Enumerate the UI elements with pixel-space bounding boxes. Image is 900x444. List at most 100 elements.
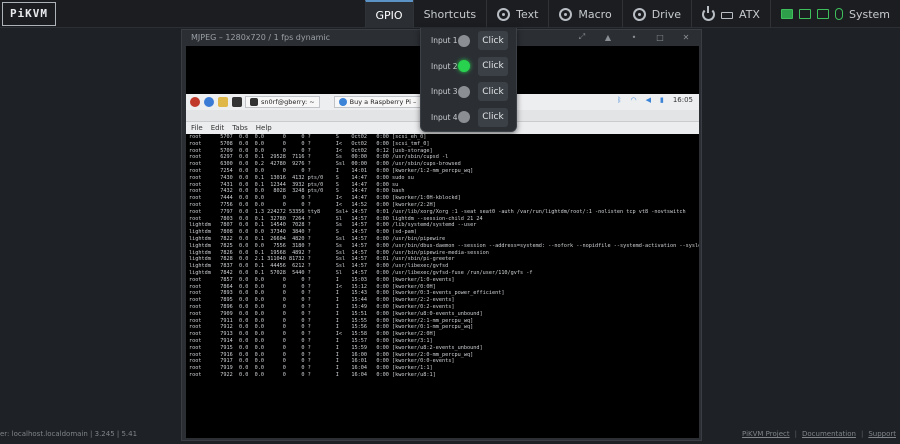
microphone-icon[interactable]: ▮ xyxy=(660,96,664,104)
gpio-dropdown: Input 1 Click Input 2 Click Input 3 Click I… xyxy=(420,28,517,132)
terminal-line: root 7893 0.0 0.0 0 0 ? I 15:43 0:00 [kw… xyxy=(189,290,505,297)
terminal-line: lightdm 7842 0.0 0.1 57028 5440 ? Sl 14:… xyxy=(189,269,533,276)
terminal-line: root 7254 0.0 0.0 0 0 ? I 14:01 0:00 [kw… xyxy=(189,167,474,174)
link-documentation[interactable]: Documentation xyxy=(802,430,856,438)
terminal-line: root 7912 0.0 0.0 0 0 ? I 15:56 0:00 [kw… xyxy=(189,324,474,331)
terminal-line: root 7913 0.0 0.0 0 0 ? I< 15:58 0:00 [k… xyxy=(189,331,436,338)
wifi-icon[interactable]: ◠ xyxy=(630,96,636,104)
gpio-row-input-4: Input 4 Click xyxy=(421,105,516,131)
nav-atx[interactable]: ATX xyxy=(691,0,770,28)
link-pikvm-project[interactable]: PiKVM Project xyxy=(742,430,790,438)
terminal-line: root 7803 0.0 0.1 32780 7264 ? Sl 14:57 … xyxy=(189,215,483,222)
maximize-icon[interactable]: □ xyxy=(647,31,673,43)
input-2-click-button[interactable]: Click xyxy=(478,56,508,76)
terminal-line: lightdm 7837 0.0 0.1 44456 6212 ? Ssl 14… xyxy=(189,263,449,270)
input-4-click-button[interactable]: Click xyxy=(478,107,508,127)
top-navbar: PiKVM GPIO Shortcuts Text Macro Drive AT… xyxy=(0,0,900,28)
led-indicator xyxy=(458,111,470,124)
hdd-icon xyxy=(721,12,734,19)
menu-tabs[interactable]: Tabs xyxy=(232,124,248,132)
menu-edit[interactable]: Edit xyxy=(211,124,225,132)
terminal-icon xyxy=(250,98,258,106)
network-icon xyxy=(780,9,793,19)
nav-atx-label: ATX xyxy=(739,7,760,21)
terminal-line: root 7756 0.0 0.0 0 0 ? I< 14:52 0:00 [k… xyxy=(189,201,436,208)
gpio-row-input-1: Input 1 Click xyxy=(421,28,516,54)
terminal-icon[interactable] xyxy=(232,97,242,107)
raspberry-icon[interactable] xyxy=(190,97,200,107)
led-indicator xyxy=(458,34,470,47)
terminal-line: root 5707 0.0 0.0 0 0 ? S Oct02 0:00 [sc… xyxy=(189,134,427,140)
nav-system[interactable]: System xyxy=(769,0,900,28)
expand-icon[interactable]: ⤢ xyxy=(569,31,595,43)
menu-file[interactable]: File xyxy=(191,124,203,132)
bluetooth-icon[interactable]: ᛒ xyxy=(617,96,621,104)
nav-gpio[interactable]: GPIO xyxy=(364,0,413,28)
footer-separator: | xyxy=(794,430,797,438)
terminal-line: root 7909 0.0 0.0 0 0 ? I 15:51 0:00 [kw… xyxy=(189,310,483,317)
task-browser[interactable]: Buy a Raspberry Pi – xyxy=(333,96,422,108)
nav-drive[interactable]: Drive xyxy=(621,0,691,28)
terminal-line: root 7922 0.0 0.0 0 0 ? I 16:04 0:00 [kw… xyxy=(189,371,436,378)
gpio-label: Input 2 xyxy=(431,61,458,71)
gear-icon xyxy=(559,7,573,21)
terminal-line: root 7864 0.0 0.0 0 0 ? I< 15:12 0:00 [k… xyxy=(189,283,436,290)
close-icon[interactable]: ✕ xyxy=(673,31,699,43)
gpio-row-input-2: Input 2 Click xyxy=(421,54,516,80)
nav-shortcuts-label: Shortcuts xyxy=(423,7,477,21)
terminal-line: root 7896 0.0 0.0 0 0 ? I 15:49 0:00 [kw… xyxy=(189,303,455,310)
volume-icon[interactable]: ◀ xyxy=(646,96,651,104)
input-3-click-button[interactable]: Click xyxy=(478,82,508,102)
keyboard-icon xyxy=(816,9,829,19)
terminal-line: root 7432 0.0 0.0 8028 3248 pts/0 S 14:4… xyxy=(189,188,405,195)
gpio-label: Input 4 xyxy=(431,112,458,122)
terminal-line: root 6300 0.0 0.2 42780 9276 ? Ssl 00:00… xyxy=(189,161,461,168)
mouse-icon xyxy=(834,8,843,20)
pikvm-logo[interactable]: PiKVM xyxy=(2,1,56,26)
terminal-line: root 7914 0.0 0.0 0 0 ? I 15:57 0:00 [kw… xyxy=(189,337,433,344)
gpio-label: Input 1 xyxy=(431,36,458,46)
terminal-line: root 7917 0.0 0.0 0 0 ? I 16:01 0:00 [kw… xyxy=(189,358,455,365)
nav-macro-label: Macro xyxy=(578,7,612,21)
terminal-line: lightdm 7826 0.0 0.1 19568 4892 ? Ssl 14… xyxy=(189,249,489,256)
nav-gpio-label: GPIO xyxy=(375,8,403,22)
terminal-output[interactable]: root 5707 0.0 0.0 0 0 ? S Oct02 0:00 [sc… xyxy=(186,134,699,379)
nav-text[interactable]: Text xyxy=(486,0,548,28)
dot-icon[interactable]: • xyxy=(621,31,647,43)
nav-menu: GPIO Shortcuts Text Macro Drive ATX Syst… xyxy=(364,0,900,28)
task-terminal[interactable]: sn0rf@gberry: ~ xyxy=(245,96,320,108)
terminal-line: root 7431 0.0 0.1 12344 3932 pts/0 S 14:… xyxy=(189,181,399,188)
terminal-line: root 7911 0.0 0.0 0 0 ? I 15:55 0:00 [kw… xyxy=(189,317,474,324)
nav-macro[interactable]: Macro xyxy=(548,0,621,28)
footer: er: localhost.localdomain | 3.245 | 5.41… xyxy=(0,428,900,442)
link-support[interactable]: Support xyxy=(868,430,896,438)
terminal-line: root 7915 0.0 0.0 0 0 ? I 15:59 0:00 [kw… xyxy=(189,344,483,351)
led-indicator xyxy=(458,60,470,73)
footer-separator: | xyxy=(860,430,864,438)
monitor-icon xyxy=(798,9,811,19)
terminal-line: lightdm 7807 0.0 0.1 14540 7028 ? Ss 14:… xyxy=(189,222,477,229)
gpio-label: Input 3 xyxy=(431,87,458,97)
terminal-line: lightdm 7822 0.0 0.1 26604 4820 ? Ssl 14… xyxy=(189,235,446,242)
terminal-line: root 7444 0.0 0.0 0 0 ? I< 14:47 0:00 [k… xyxy=(189,195,461,202)
gpio-row-input-3: Input 3 Click xyxy=(421,79,516,105)
terminal-line: root 5708 0.0 0.0 0 0 ? I< Oct02 0:00 [s… xyxy=(189,140,430,147)
globe-icon[interactable] xyxy=(204,97,214,107)
terminal-line: lightdm 7828 0.0 2.1 311040 81732 ? Ssl … xyxy=(189,256,455,263)
nav-system-label: System xyxy=(848,7,890,21)
chromium-icon xyxy=(338,98,347,106)
menu-help[interactable]: Help xyxy=(256,124,272,132)
window-controls: ⤢ ▲ • □ ✕ xyxy=(569,31,699,43)
terminal-line: root 7430 0.0 0.1 13016 4132 pts/0 S 14:… xyxy=(189,174,414,181)
power-icon xyxy=(702,5,716,21)
terminal-line: root 7916 0.0 0.0 0 0 ? I 16:00 0:00 [kw… xyxy=(189,351,474,358)
system-tray: ᛒ ◠ ◀ ▮ 16:05 xyxy=(617,96,693,104)
triangle-icon[interactable]: ▲ xyxy=(595,31,621,43)
terminal-line: root 6297 0.0 0.1 29528 7116 ? Ss 00:00 … xyxy=(189,154,449,161)
led-indicator xyxy=(458,85,470,98)
disk-icon xyxy=(632,7,646,21)
folder-icon[interactable] xyxy=(218,97,228,107)
input-1-click-button[interactable]: Click xyxy=(478,31,508,51)
task-terminal-label: sn0rf@gberry: ~ xyxy=(261,98,315,106)
nav-shortcuts[interactable]: Shortcuts xyxy=(412,0,487,28)
